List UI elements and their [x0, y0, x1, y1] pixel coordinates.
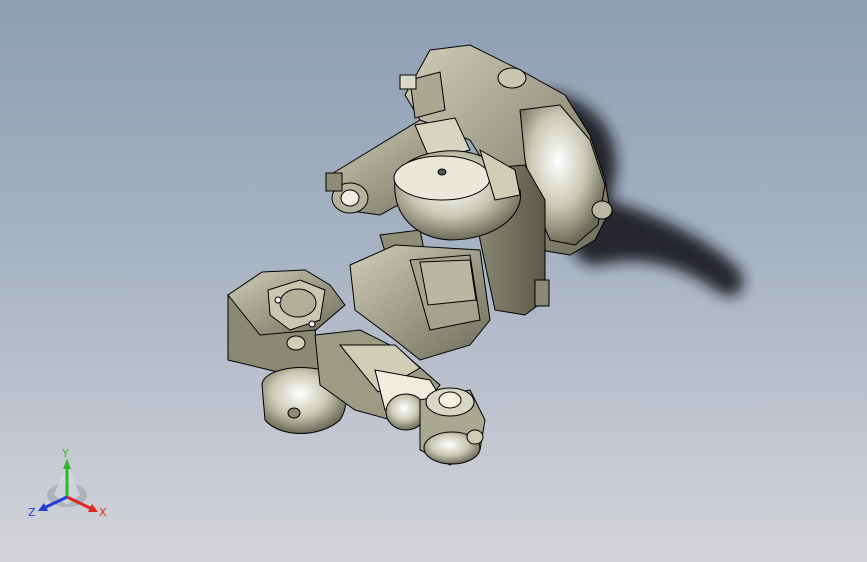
3d-model-view[interactable]: [0, 0, 867, 562]
z-axis-label: Z: [28, 506, 36, 519]
end-effector: [419, 387, 486, 466]
graphics-viewport[interactable]: Y X Z: [0, 0, 867, 562]
y-axis-label: Y: [61, 447, 69, 460]
top-dome: [393, 148, 522, 241]
x-axis-label: X: [99, 506, 107, 519]
y-axis-arrow: [63, 459, 71, 469]
coordinate-triad: Y X Z: [28, 447, 107, 519]
